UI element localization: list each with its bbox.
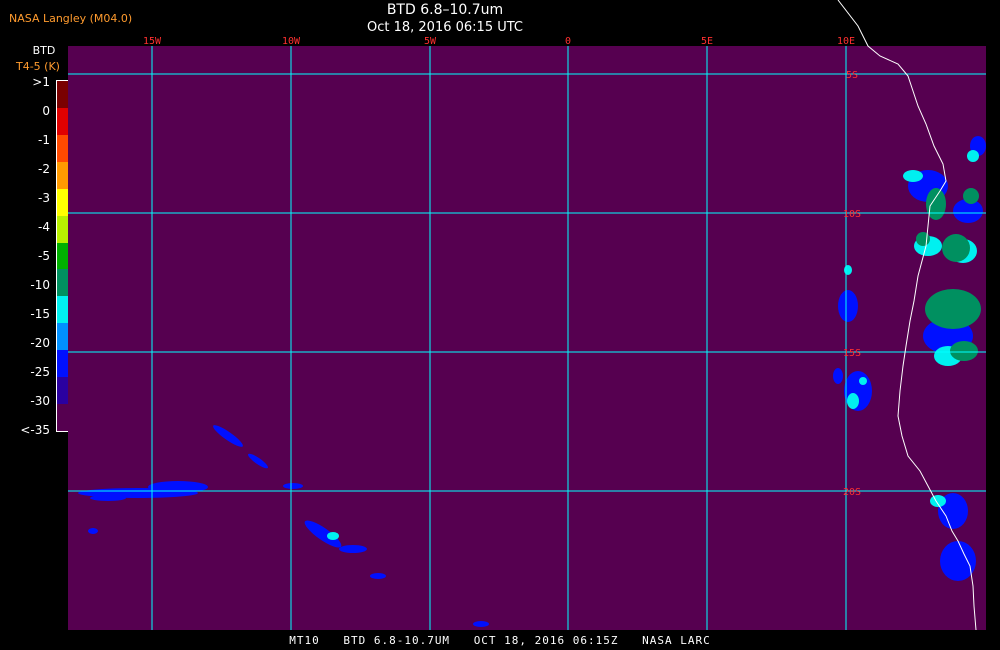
footer-bar: MT10 BTD 6.8-10.7UM OCT 18, 2016 06:15Z … bbox=[0, 634, 1000, 650]
color-scale-label: -2 bbox=[38, 162, 50, 176]
color-scale-label: <-35 bbox=[20, 423, 50, 437]
color-scale-label: -20 bbox=[30, 336, 50, 350]
latitude-label: 20S bbox=[843, 487, 861, 498]
image-datetime: Oct 18, 2016 06:15 UTC bbox=[367, 20, 523, 35]
latitude-label: 15S bbox=[843, 348, 861, 359]
color-scale-label: >1 bbox=[32, 75, 50, 89]
longitude-label: 5E bbox=[701, 36, 713, 47]
footer-satellite: MT10 bbox=[289, 634, 320, 647]
color-scale-label: -3 bbox=[38, 191, 50, 205]
footer-product: BTD 6.8-10.7UM bbox=[343, 634, 451, 647]
color-scale-label: -25 bbox=[30, 365, 50, 379]
color-scale-label: -10 bbox=[30, 278, 50, 292]
color-scale-label: -30 bbox=[30, 394, 50, 408]
longitude-label: 5W bbox=[424, 36, 437, 47]
color-scale-label: -1 bbox=[38, 133, 50, 147]
footer-agency: NASA LARC bbox=[642, 634, 711, 647]
color-scale-label: -5 bbox=[38, 249, 50, 263]
latitude-label: 10S bbox=[843, 209, 861, 220]
color-scale-label: 0 bbox=[42, 104, 50, 118]
map-background bbox=[68, 46, 986, 630]
longitude-label: 10W bbox=[282, 36, 301, 47]
longitude-label: 15W bbox=[143, 36, 162, 47]
legend-title: BTD bbox=[32, 44, 56, 57]
longitude-label: 10E bbox=[837, 36, 855, 47]
image-title: BTD 6.8–10.7um bbox=[386, 2, 504, 18]
footer-datetime: OCT 18, 2016 06:15Z bbox=[473, 634, 619, 647]
latitude-label: 5S bbox=[846, 70, 858, 81]
legend-units: T4-5 (K) bbox=[16, 60, 60, 73]
color-scale-label: -15 bbox=[30, 307, 50, 321]
longitude-label: 0 bbox=[565, 36, 571, 47]
source-label: NASA Langley (M04.0) bbox=[9, 12, 133, 25]
color-scale-label: -4 bbox=[38, 220, 50, 234]
satellite-map[interactable]: 15W 10W 5W 0 5E 10E 5S 10S 15S 20S bbox=[68, 0, 986, 631]
